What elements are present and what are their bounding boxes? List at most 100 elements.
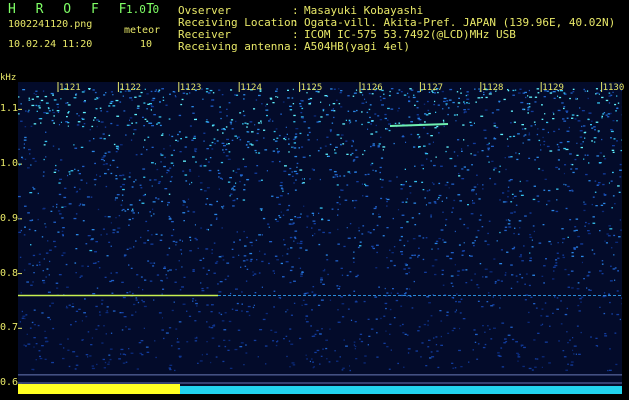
noise-speck bbox=[28, 263, 31, 265]
noise-speck bbox=[389, 249, 391, 251]
noise-speck bbox=[413, 146, 416, 148]
noise-speck bbox=[123, 255, 126, 258]
noise-speck bbox=[401, 253, 404, 255]
noise-speck bbox=[104, 215, 107, 218]
noise-speck bbox=[418, 213, 421, 215]
noise-speck bbox=[452, 207, 454, 209]
noise-speck bbox=[143, 305, 147, 308]
noise-speck bbox=[96, 287, 99, 289]
noise-speck bbox=[110, 122, 113, 125]
noise-speck bbox=[30, 244, 32, 246]
noise-speck bbox=[133, 133, 135, 135]
noise-speck bbox=[150, 90, 153, 93]
noise-speck bbox=[444, 184, 448, 186]
noise-speck bbox=[240, 342, 244, 344]
noise-speck bbox=[171, 135, 174, 138]
noise-speck bbox=[487, 147, 490, 149]
noise-speck bbox=[364, 183, 366, 185]
noise-speck bbox=[302, 156, 306, 158]
noise-speck bbox=[52, 109, 54, 111]
noise-speck bbox=[604, 335, 608, 337]
noise-speck bbox=[440, 229, 444, 231]
noise-speck bbox=[601, 138, 603, 141]
noise-speck bbox=[128, 218, 131, 221]
noise-speck bbox=[333, 171, 337, 173]
noise-speck bbox=[23, 234, 26, 236]
noise-speck bbox=[596, 92, 599, 94]
noise-speck bbox=[235, 288, 238, 290]
noise-speck bbox=[169, 368, 172, 371]
noise-speck bbox=[194, 340, 198, 342]
noise-speck bbox=[459, 327, 461, 330]
noise-speck bbox=[66, 116, 68, 118]
noise-speck bbox=[300, 99, 302, 102]
noise-speck bbox=[85, 354, 89, 356]
noise-speck bbox=[106, 255, 109, 257]
noise-speck bbox=[288, 223, 292, 225]
noise-speck bbox=[545, 258, 547, 260]
noise-speck bbox=[89, 129, 91, 131]
noise-speck bbox=[482, 184, 484, 186]
noise-speck bbox=[301, 304, 303, 306]
noise-speck bbox=[451, 183, 455, 185]
noise-speck bbox=[152, 97, 156, 100]
noise-speck bbox=[511, 338, 515, 341]
noise-speck bbox=[423, 127, 425, 129]
noise-speck bbox=[515, 152, 517, 154]
noise-speck bbox=[24, 205, 27, 207]
noise-speck bbox=[305, 315, 309, 317]
noise-speck bbox=[380, 186, 384, 188]
noise-speck bbox=[261, 234, 263, 236]
noise-speck bbox=[45, 112, 49, 114]
noise-speck bbox=[79, 276, 82, 278]
noise-speck bbox=[272, 340, 275, 342]
noise-speck bbox=[336, 99, 338, 101]
noise-speck bbox=[162, 288, 165, 290]
noise-speck bbox=[146, 351, 150, 353]
noise-speck bbox=[128, 328, 131, 330]
noise-speck bbox=[571, 190, 574, 192]
noise-speck bbox=[460, 88, 462, 90]
noise-speck bbox=[139, 184, 142, 186]
noise-speck bbox=[326, 136, 329, 138]
noise-speck bbox=[247, 131, 250, 133]
noise-speck bbox=[441, 200, 443, 202]
noise-speck bbox=[583, 209, 586, 212]
noise-speck bbox=[576, 142, 578, 144]
noise-speck bbox=[434, 242, 438, 245]
noise-speck bbox=[438, 197, 440, 199]
noise-speck bbox=[275, 344, 278, 347]
noise-speck bbox=[232, 170, 235, 172]
noise-speck bbox=[499, 263, 503, 265]
noise-speck bbox=[49, 318, 51, 321]
noise-speck bbox=[282, 276, 285, 278]
noise-speck bbox=[123, 316, 127, 318]
noise-speck bbox=[581, 261, 583, 264]
noise-speck bbox=[555, 210, 559, 213]
noise-speck bbox=[151, 146, 154, 148]
noise-speck bbox=[291, 146, 293, 148]
noise-speck bbox=[618, 236, 621, 238]
noise-speck bbox=[548, 240, 551, 243]
noise-speck bbox=[389, 308, 392, 311]
noise-speck bbox=[125, 326, 127, 328]
noise-speck bbox=[61, 230, 64, 232]
noise-speck bbox=[334, 149, 336, 151]
noise-speck bbox=[574, 158, 577, 161]
noise-speck bbox=[157, 91, 160, 93]
noise-speck bbox=[506, 138, 509, 140]
noise-speck bbox=[226, 138, 229, 141]
noise-speck bbox=[417, 91, 420, 93]
noise-speck bbox=[371, 245, 374, 247]
noise-speck bbox=[95, 241, 98, 243]
noise-speck bbox=[88, 88, 90, 90]
noise-speck bbox=[576, 154, 579, 156]
noise-speck bbox=[156, 123, 158, 125]
noise-speck bbox=[33, 337, 36, 339]
noise-speck bbox=[183, 160, 186, 162]
noise-speck bbox=[254, 149, 257, 152]
noise-speck bbox=[40, 122, 42, 124]
noise-speck bbox=[530, 296, 533, 298]
noise-speck bbox=[603, 155, 605, 157]
noise-speck bbox=[143, 102, 146, 104]
